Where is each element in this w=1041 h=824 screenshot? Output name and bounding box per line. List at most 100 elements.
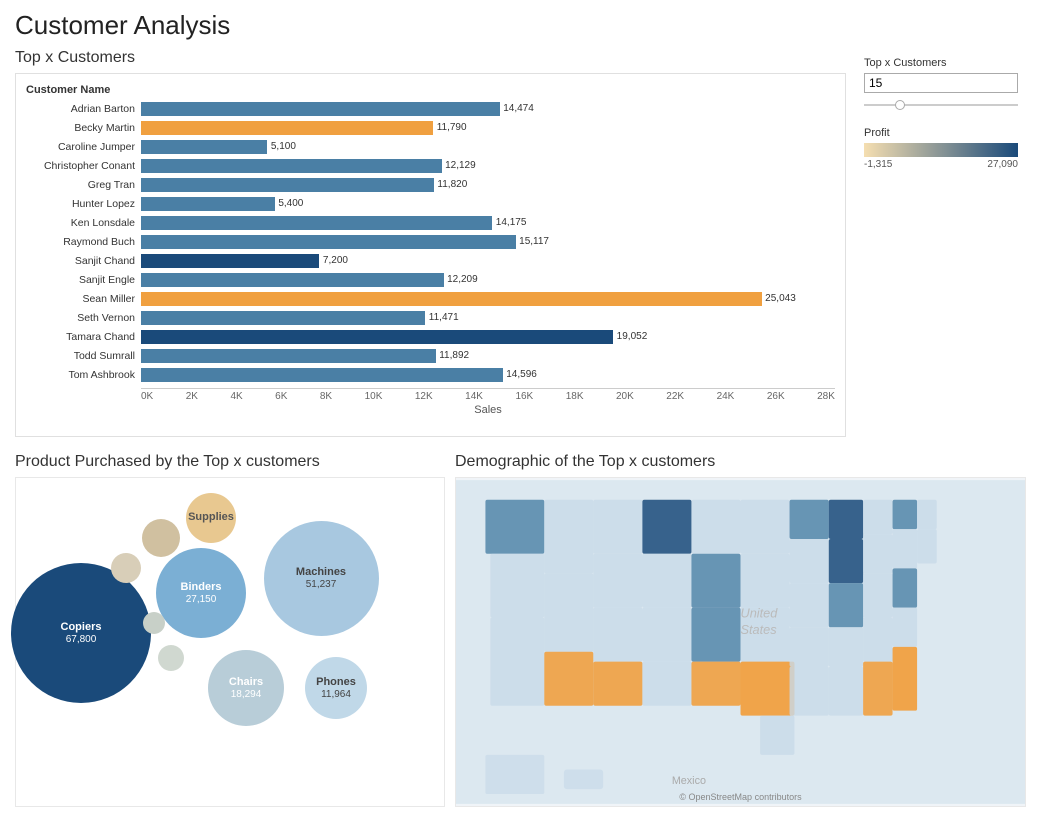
- x-tick: 26K: [767, 391, 785, 402]
- bar-area: 11,892: [141, 349, 835, 363]
- bar: [141, 102, 500, 116]
- bar: [141, 197, 275, 211]
- profit-legend-label: Profit: [864, 127, 1018, 139]
- bubble-name: Chairs: [229, 676, 263, 689]
- top-x-slider[interactable]: [864, 97, 1018, 113]
- top-x-input[interactable]: [864, 73, 1018, 93]
- map-container: Demographic of the Top x customers: [455, 453, 1026, 807]
- x-axis-label: Sales: [141, 404, 835, 416]
- bar-rows-container: Adrian Barton14,474Becky Martin11,790Car…: [26, 100, 835, 384]
- bar-area: 5,100: [141, 140, 835, 154]
- bar-label: Hunter Lopez: [26, 198, 141, 210]
- bar-area: 11,471: [141, 311, 835, 325]
- bubble: [111, 553, 141, 583]
- bar-label: Sanjit Engle: [26, 274, 141, 286]
- bar-value-label: 11,471: [429, 312, 877, 323]
- bubble-value: 18,294: [231, 689, 262, 700]
- bubble-value: 27,150: [186, 594, 217, 605]
- bar-row: Becky Martin11,790: [26, 119, 835, 137]
- x-tick: 16K: [515, 391, 533, 402]
- bar-row: Tamara Chand19,052: [26, 328, 835, 346]
- bubble: Supplies: [186, 493, 236, 543]
- bar-row: Raymond Buch15,117: [26, 233, 835, 251]
- x-tick: 28K: [817, 391, 835, 402]
- bubble-name: Binders: [181, 581, 222, 594]
- bar: [141, 121, 433, 135]
- map-area: Mexico United States © OpenStreetMap con…: [455, 477, 1026, 807]
- x-tick: 20K: [616, 391, 634, 402]
- bar-area: 7,200: [141, 254, 835, 268]
- bar-label: Adrian Barton: [26, 103, 141, 115]
- bar-row: Sean Miller25,043: [26, 290, 835, 308]
- bar-value-label: 15,117: [519, 236, 877, 247]
- x-tick: 24K: [717, 391, 735, 402]
- x-tick: 6K: [275, 391, 287, 402]
- bar: [141, 311, 425, 325]
- bar-value-label: 14,175: [496, 217, 877, 228]
- bar: [141, 330, 613, 344]
- bar-value-label: 11,892: [439, 350, 877, 361]
- x-tick: 2K: [186, 391, 198, 402]
- bar-row: Ken Lonsdale14,175: [26, 214, 835, 232]
- bar-row: Sanjit Chand7,200: [26, 252, 835, 270]
- bar-label: Ken Lonsdale: [26, 217, 141, 229]
- bar-label: Tom Ashbrook: [26, 369, 141, 381]
- bar: [141, 159, 442, 173]
- bar-value-label: 11,790: [437, 122, 877, 133]
- bar-row: Caroline Jumper5,100: [26, 138, 835, 156]
- page-title: Customer Analysis: [15, 10, 1026, 41]
- bar-label: Todd Sumrall: [26, 350, 141, 362]
- svg-text:Mexico: Mexico: [672, 775, 706, 787]
- bar-label: Becky Martin: [26, 122, 141, 134]
- bar: [141, 216, 492, 230]
- bubble-chart-container: Product Purchased by the Top x customers…: [15, 453, 445, 807]
- bar: [141, 235, 516, 249]
- profit-gradient: [864, 143, 1018, 157]
- bar-chart-col-header: Customer Name: [26, 84, 835, 96]
- bar-value-label: 11,820: [437, 179, 877, 190]
- bar-label: Tamara Chand: [26, 331, 141, 343]
- control-panel: Top x Customers Profit -1,315 27,090: [856, 49, 1026, 437]
- bar-area: 12,209: [141, 273, 835, 287]
- bubble-value: 11,964: [321, 689, 351, 700]
- bar-area: 12,129: [141, 159, 835, 173]
- x-tick: 12K: [415, 391, 433, 402]
- bubble: [143, 612, 165, 634]
- x-tick: 4K: [230, 391, 242, 402]
- bar-row: Seth Vernon11,471: [26, 309, 835, 327]
- map-credit: © OpenStreetMap contributors: [679, 792, 801, 802]
- x-tick: 14K: [465, 391, 483, 402]
- bubble: Phones11,964: [305, 657, 367, 719]
- x-axis-ticks: 0K2K4K6K8K10K12K14K16K18K20K22K24K26K28K: [141, 388, 835, 402]
- bar-value-label: 19,052: [617, 331, 877, 342]
- bubble-name: Phones: [316, 676, 356, 689]
- bar-value-label: 14,474: [503, 103, 877, 114]
- bar-label: Caroline Jumper: [26, 141, 141, 153]
- bar-row: Christopher Conant12,129: [26, 157, 835, 175]
- bar: [141, 349, 436, 363]
- map-title: Demographic of the Top x customers: [455, 453, 1026, 471]
- bar-row: Hunter Lopez5,400: [26, 195, 835, 213]
- bar-label: Seth Vernon: [26, 312, 141, 324]
- profit-max: 27,090: [987, 159, 1018, 170]
- bubble-name: Copiers: [61, 621, 102, 634]
- bar-chart-container: Customer Name Adrian Barton14,474Becky M…: [15, 73, 846, 437]
- bubble-name: Machines: [296, 566, 346, 579]
- top-x-control-label: Top x Customers: [864, 57, 1018, 69]
- bar-label: Sean Miller: [26, 293, 141, 305]
- bar-area: 11,790: [141, 121, 835, 135]
- bubble-area: Copiers67,800Binders27,150Machines51,237…: [15, 477, 445, 807]
- bubble: Chairs18,294: [208, 650, 284, 726]
- bar-area: 14,596: [141, 368, 835, 382]
- bubble: [158, 645, 184, 671]
- bar-row: Todd Sumrall11,892: [26, 347, 835, 365]
- bar-value-label: 14,596: [506, 369, 877, 380]
- svg-text:United: United: [741, 605, 779, 620]
- x-tick: 8K: [320, 391, 332, 402]
- top-x-section-title: Top x Customers: [15, 49, 846, 67]
- bar: [141, 178, 434, 192]
- bar-area: 15,117: [141, 235, 835, 249]
- bar: [141, 273, 444, 287]
- bar-area: 5,400: [141, 197, 835, 211]
- bar-label: Sanjit Chand: [26, 255, 141, 267]
